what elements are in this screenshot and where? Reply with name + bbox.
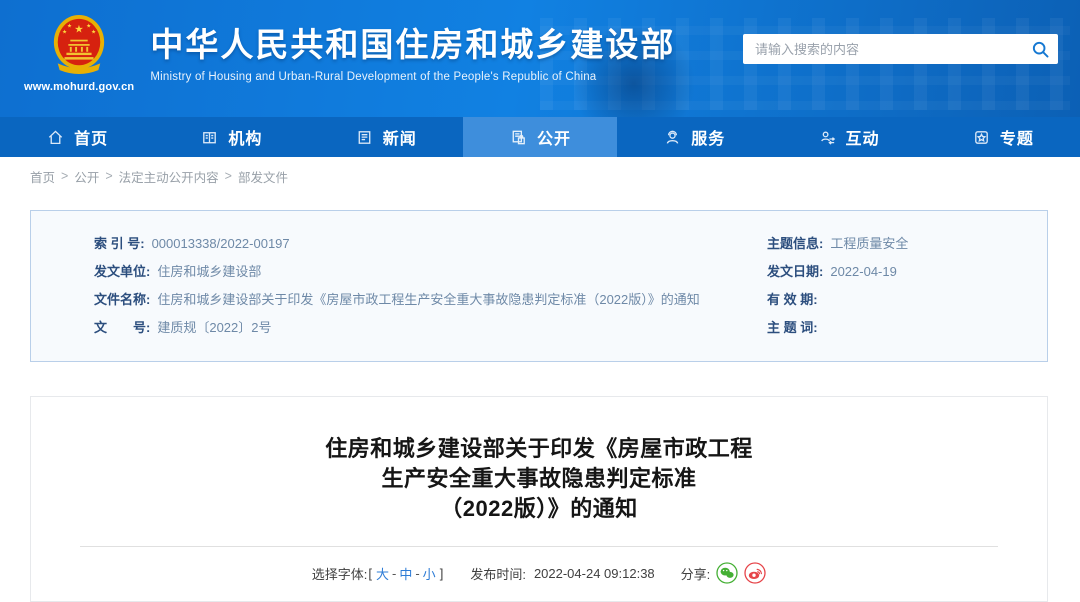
info-row-issue-date: 发文日期: 2022-04-19 — [767, 264, 1047, 279]
breadcrumb: 首页 > 公开 > 法定主动公开内容 > 部发文件 — [0, 157, 1080, 195]
nav-label: 公开 — [537, 125, 571, 149]
font-option-separator: - — [392, 566, 396, 581]
font-bracket-open: [ — [368, 566, 372, 581]
info-value: 建质规〔2022〕2号 — [157, 320, 271, 335]
nav-item-interaction[interactable]: 互动 — [771, 117, 925, 157]
wechat-share-button[interactable] — [716, 562, 738, 584]
nav-label: 专题 — [1000, 125, 1034, 149]
info-value: 住房和城乡建设部关于印发《房屋市政工程生产安全重大事故隐患判定标准（2022版）… — [157, 292, 699, 307]
font-size-small-button[interactable]: 小 — [423, 564, 436, 583]
info-value: 000013338/2022-00197 — [152, 236, 290, 251]
nav-item-news[interactable]: 新闻 — [309, 117, 463, 157]
share-label: 分享: — [681, 564, 711, 583]
site-title: 中华人民共和国住房和城乡建设部 — [150, 25, 675, 65]
article-title-line: （2022版）》的通知 — [31, 494, 1047, 524]
interaction-icon — [818, 128, 837, 147]
organization-icon — [200, 128, 219, 147]
article-title-line: 生产安全重大事故隐患判定标准 — [31, 464, 1047, 494]
info-row-index-number: 索 引 号: 000013338/2022-00197 — [94, 236, 737, 251]
font-option-separator: - — [415, 566, 419, 581]
article-title: 住房和城乡建设部关于印发《房屋市政工程 生产安全重大事故隐患判定标准 （2022… — [31, 434, 1047, 524]
article-meta-row: 选择字体: [ 大 - 中 - 小 ] 发布时间: 2022-04-24 09:… — [31, 562, 1047, 584]
news-icon — [355, 128, 374, 147]
nav-item-service[interactable]: 服务 — [617, 117, 771, 157]
nav-label: 首页 — [74, 125, 108, 149]
info-value: 工程质量安全 — [830, 236, 908, 251]
font-size-medium-button[interactable]: 中 — [399, 564, 412, 583]
search-box — [743, 34, 1058, 64]
breadcrumb-separator: > — [61, 169, 68, 183]
info-label: 发文单位: — [94, 264, 150, 279]
info-label: 发文日期: — [767, 264, 823, 279]
wechat-share-icon — [716, 562, 738, 584]
article-panel: 住房和城乡建设部关于印发《房屋市政工程 生产安全重大事故隐患判定标准 （2022… — [30, 396, 1048, 602]
search-icon — [1031, 40, 1050, 59]
nav-item-special-topic[interactable]: 专题 — [926, 117, 1080, 157]
site-brand: ★ ★ ★ ★ ★ www.mohurd.gov.cn 中华人民共和国住房和城乡… — [24, 12, 675, 93]
font-bracket-close: ] — [440, 566, 444, 581]
nav-item-disclosure[interactable]: 公开 — [463, 117, 617, 157]
national-emblem-icon: ★ ★ ★ ★ ★ — [50, 12, 108, 78]
svg-text:★: ★ — [74, 23, 84, 35]
info-value: 住房和城乡建设部 — [157, 264, 261, 279]
nav-label: 服务 — [691, 125, 725, 149]
breadcrumb-item-home[interactable]: 首页 — [30, 167, 55, 186]
info-label: 主题信息: — [767, 236, 823, 251]
site-url: www.mohurd.gov.cn — [24, 81, 134, 93]
search-input[interactable] — [743, 42, 1022, 57]
info-row-issuing-unit: 发文单位: 住房和城乡建设部 — [94, 264, 737, 279]
breadcrumb-item-statutory-content[interactable]: 法定主动公开内容 — [119, 167, 219, 186]
home-icon — [46, 128, 65, 147]
service-icon — [663, 128, 682, 147]
document-info-panel: 索 引 号: 000013338/2022-00197 发文单位: 住房和城乡建… — [30, 210, 1048, 362]
search-button[interactable] — [1022, 34, 1058, 64]
svg-text:★: ★ — [91, 29, 96, 35]
publish-time-value: 2022-04-24 09:12:38 — [534, 566, 655, 581]
info-row-document-title: 文件名称: 住房和城乡建设部关于印发《房屋市政工程生产安全重大事故隐患判定标准（… — [94, 292, 737, 307]
main-nav: 首页 机构 新闻 公开 服务 互动 — [0, 117, 1080, 157]
nav-label: 新闻 — [383, 125, 417, 149]
info-label: 索 引 号: — [94, 236, 145, 251]
nav-label: 机构 — [228, 125, 262, 149]
nav-label: 互动 — [846, 125, 880, 149]
info-row-validity-period: 有 效 期: — [767, 292, 1047, 307]
breadcrumb-item-disclosure[interactable]: 公开 — [74, 167, 99, 186]
title-divider — [80, 546, 998, 547]
font-size-large-button[interactable]: 大 — [376, 564, 389, 583]
weibo-share-button[interactable] — [744, 562, 766, 584]
publish-time-label: 发布时间: — [470, 564, 526, 583]
svg-text:★: ★ — [62, 29, 67, 35]
breadcrumb-separator: > — [225, 169, 232, 183]
font-size-label: 选择字体: — [312, 564, 368, 583]
info-label: 文 号: — [94, 320, 150, 335]
info-row-subject-info: 主题信息: 工程质量安全 — [767, 236, 1047, 251]
nav-item-home[interactable]: 首页 — [0, 117, 154, 157]
info-label: 主 题 词: — [767, 320, 818, 335]
article-title-line: 住房和城乡建设部关于印发《房屋市政工程 — [31, 434, 1047, 464]
svg-text:★: ★ — [67, 24, 72, 30]
site-header: ★ ★ ★ ★ ★ www.mohurd.gov.cn 中华人民共和国住房和城乡… — [0, 0, 1080, 117]
info-row-subject-terms: 主 题 词: — [767, 320, 1047, 335]
info-row-document-number: 文 号: 建质规〔2022〕2号 — [94, 320, 737, 335]
info-value: 2022-04-19 — [830, 264, 897, 279]
site-title-english: Ministry of Housing and Urban-Rural Deve… — [150, 71, 675, 83]
disclosure-icon — [509, 128, 528, 147]
special-topic-icon — [972, 128, 991, 147]
breadcrumb-item-ministry-documents[interactable]: 部发文件 — [238, 167, 288, 186]
info-label: 有 效 期: — [767, 292, 818, 307]
weibo-share-icon — [744, 562, 766, 584]
nav-item-organization[interactable]: 机构 — [154, 117, 308, 157]
breadcrumb-separator: > — [105, 169, 112, 183]
info-label: 文件名称: — [94, 292, 150, 307]
